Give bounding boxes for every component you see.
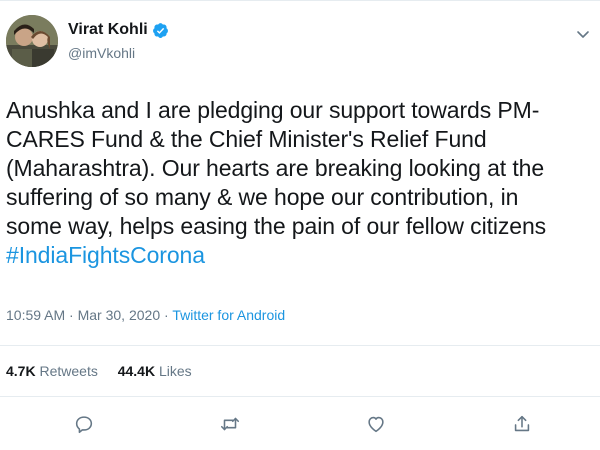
tweet-text: Anushka and I are pledging our support t… [6,96,586,270]
tweet-text-line: Anushka and I are pledging our support t… [6,97,540,123]
tweet-time[interactable]: 10:59 AM [6,307,65,323]
likes-label: Likes [158,363,192,379]
divider [0,345,600,346]
tweet-text-line: suffering of so many & we hope our contr… [6,184,519,210]
hashtag-link[interactable]: #IndiaFightsCorona [6,241,586,270]
tweet-header: Virat Kohli @imVkohli [6,15,594,75]
display-name[interactable]: Virat Kohli [68,21,148,39]
tweet-text-line: CARES Fund & the Chief Minister's Relief… [6,126,487,152]
tweet-card: Virat Kohli @imVkohli Anushka and I are … [0,0,600,450]
retweet-icon[interactable] [219,413,241,435]
likes-stat[interactable]: 44.4K Likes [118,363,192,379]
meta-separator: · [164,307,169,323]
likes-count: 44.4K [117,363,156,379]
name-row: Virat Kohli [68,21,169,39]
tweet-text-line: (Maharashtra). Our hearts are breaking l… [6,155,545,181]
tweet-date[interactable]: Mar 30, 2020 [78,307,161,323]
divider [0,396,600,397]
retweets-label: Retweets [39,363,98,379]
chevron-down-icon[interactable] [576,27,590,41]
retweets-stat[interactable]: 4.7K Retweets [6,363,98,379]
tweet-actions [0,409,600,443]
tweet-source-link[interactable]: Twitter for Android [172,307,285,323]
avatar[interactable] [6,15,58,67]
tweet-meta: 10:59 AM · Mar 30, 2020 · Twitter for An… [6,307,285,323]
meta-separator: · [69,307,74,323]
verified-badge-icon [152,22,169,39]
retweets-count: 4.7K [6,363,36,379]
reply-icon[interactable] [73,413,95,435]
tweet-text-line: some way, helps easing the pain of our f… [6,213,547,239]
share-icon[interactable] [511,413,533,435]
tweet-stats: 4.7K Retweets 44.4K Likes [6,363,208,379]
heart-icon[interactable] [365,413,387,435]
user-handle[interactable]: @imVkohli [68,45,135,61]
